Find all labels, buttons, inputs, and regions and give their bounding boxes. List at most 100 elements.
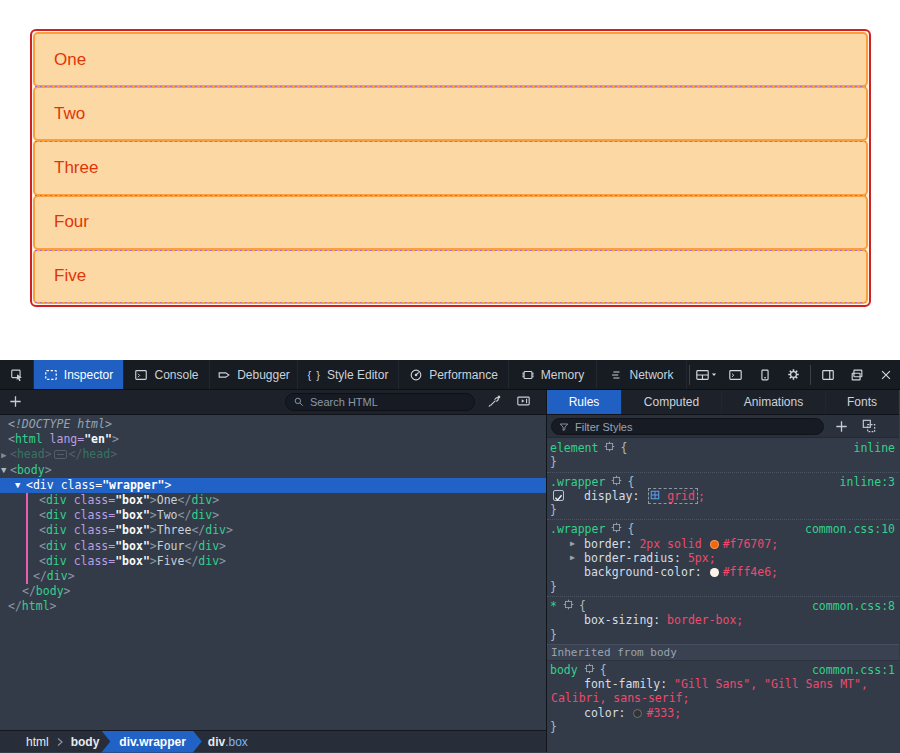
sidebar-tab-rules[interactable]: Rules [547, 390, 622, 414]
rule-source-link[interactable]: common.css:1 [812, 663, 895, 677]
color-swatch[interactable] [710, 540, 719, 549]
sidebar-tab-fonts[interactable]: Fonts [826, 390, 899, 414]
sidebar-icon[interactable] [813, 360, 842, 390]
paint-flashing-button[interactable] [516, 394, 531, 411]
css-rule: .wrapper{inline:3display: grid;} [547, 472, 899, 520]
pseudo-class-button[interactable] [862, 419, 876, 436]
dock-icon[interactable] [692, 360, 721, 390]
sidebar-tab-computed[interactable]: Computed [622, 390, 722, 414]
browser-viewport: OneTwoThreeFourFive [0, 0, 900, 360]
sidebar-tabs: RulesComputedAnimationsFonts [547, 390, 899, 415]
selector-highlighter-icon[interactable] [563, 599, 574, 613]
devtools-tab-network[interactable]: Network [597, 360, 687, 389]
color-swatch[interactable] [710, 568, 719, 577]
css-rule: .wrapper{common.css:10▶border: 2px solid… [547, 519, 899, 595]
rules-view: element{inline}.wrapper{inline:3display:… [547, 438, 899, 752]
markup-view: <!DOCTYPE html><html lang="en">▶<head></… [0, 415, 546, 730]
add-node-button[interactable] [8, 394, 23, 412]
markup-row[interactable]: </div> [0, 569, 546, 584]
devtools-tab-inspector[interactable]: Inspector [34, 360, 124, 389]
collapsed-content-badge[interactable] [54, 450, 67, 459]
memory-icon [521, 368, 535, 382]
add-rule-button[interactable] [834, 419, 849, 437]
rule-selector[interactable]: .wrapper [550, 475, 605, 489]
windows-icon[interactable] [842, 360, 871, 390]
selector-highlighter-icon[interactable] [584, 663, 595, 677]
markup-row[interactable]: <div class="box">Five</div> [0, 554, 546, 569]
eyedropper-button[interactable] [488, 394, 502, 411]
debugger-icon [217, 368, 231, 382]
selector-highlighter-icon[interactable] [611, 475, 622, 489]
search-icon [293, 396, 305, 408]
expand-arrow-icon[interactable]: ▶ [570, 537, 575, 551]
devtools-tab-console[interactable]: Console [124, 360, 210, 389]
css-declaration-wrap: Calibri, sans-serif; [547, 691, 899, 705]
rule-selector[interactable]: element [550, 441, 598, 455]
devtools-tabbar: InspectorConsoleDebugger{ }Style EditorP… [0, 360, 900, 390]
css-declaration[interactable]: ▶border-radius: 5px; [547, 551, 899, 565]
performance-icon [409, 368, 423, 382]
markup-row[interactable]: ▼<body> [0, 463, 546, 478]
markup-row[interactable]: <div class="box">Three</div> [0, 523, 546, 538]
split-console-icon[interactable] [721, 360, 750, 390]
selector-highlighter-icon[interactable] [604, 441, 615, 455]
breadcrumb-item[interactable]: div.box [202, 735, 254, 749]
css-rule: element{inline} [547, 439, 899, 472]
rule-source-link[interactable]: common.css:8 [812, 599, 895, 613]
selector-highlighter-icon[interactable] [611, 522, 622, 536]
devtools-tab-style-editor[interactable]: { }Style Editor [298, 360, 399, 389]
network-icon [609, 368, 623, 382]
style-editor-icon: { } [308, 369, 321, 381]
devtools-panel: InspectorConsoleDebugger{ }Style EditorP… [0, 360, 900, 753]
devtools-tab-memory[interactable]: Memory [509, 360, 597, 389]
grid-box: Three [33, 140, 868, 195]
search-html-input[interactable]: Search HTML [285, 393, 475, 411]
filter-styles-input[interactable]: Filter Styles [551, 418, 824, 435]
devtools-tab-performance[interactable]: Performance [399, 360, 509, 389]
css-rule: body{common.css:1font-family: "Gill Sans… [547, 661, 899, 736]
markup-row[interactable]: <!DOCTYPE html> [0, 417, 546, 432]
css-declaration[interactable]: display: grid; [547, 489, 899, 503]
markup-row[interactable]: <div class="box">One</div> [0, 493, 546, 508]
inspector-icon [44, 368, 58, 382]
devtools-tab-debugger[interactable]: Debugger [210, 360, 298, 389]
css-declaration[interactable]: ▶border: 2px solid #f76707; [547, 537, 899, 551]
breadcrumb-item[interactable]: body [65, 735, 106, 749]
markup-row-selected[interactable]: ▼<div class="wrapper"> [0, 478, 546, 493]
css-declaration[interactable]: color: #333; [547, 706, 899, 720]
settings-icon[interactable] [779, 360, 808, 390]
rule-source-link[interactable]: common.css:10 [805, 522, 895, 536]
css-rule: *{common.css:8box-sizing: border-box;} [547, 596, 899, 644]
sidebar-tab-animations[interactable]: Animations [722, 390, 826, 414]
rule-selector[interactable]: .wrapper [550, 522, 605, 536]
rule-source-link[interactable]: inline:3 [840, 475, 895, 489]
css-declaration[interactable]: background-color: #fff4e6; [547, 565, 899, 579]
markup-row[interactable]: </body> [0, 584, 546, 599]
markup-row[interactable]: <div class="box">Four</div> [0, 539, 546, 554]
grid-box: One [33, 32, 868, 87]
breadcrumb-item-selected[interactable]: div.wrapper [101, 731, 201, 753]
rule-source-link[interactable]: inline [853, 441, 895, 455]
responsive-icon[interactable] [750, 360, 779, 390]
grid-highlighter-icon[interactable] [650, 489, 660, 503]
markup-row[interactable]: ▶<head></head> [0, 447, 546, 462]
rule-selector[interactable]: body [550, 663, 578, 677]
grid-box: Four [33, 195, 868, 250]
declaration-checkbox[interactable] [553, 490, 564, 501]
color-swatch[interactable] [633, 709, 642, 718]
markup-row[interactable]: <div class="box">Two</div> [0, 508, 546, 523]
filter-icon [558, 421, 570, 433]
markup-row[interactable]: <html lang="en"> [0, 432, 546, 447]
markup-row[interactable]: </html> [0, 599, 546, 614]
pick-element-button[interactable] [0, 360, 34, 389]
grid-box: Five [33, 249, 868, 304]
grid-box: Two [33, 86, 868, 141]
breadcrumb-item[interactable]: html [20, 735, 55, 749]
css-declaration[interactable]: box-sizing: border-box; [547, 613, 899, 627]
expand-arrow-icon[interactable]: ▶ [570, 551, 575, 565]
close-icon[interactable] [871, 360, 900, 390]
rule-selector[interactable]: * [550, 599, 557, 613]
chevron-right-icon [56, 737, 64, 747]
css-declaration[interactable]: font-family: "Gill Sans", "Gill Sans MT"… [547, 677, 899, 691]
grid-wrapper: OneTwoThreeFourFive [30, 29, 871, 307]
